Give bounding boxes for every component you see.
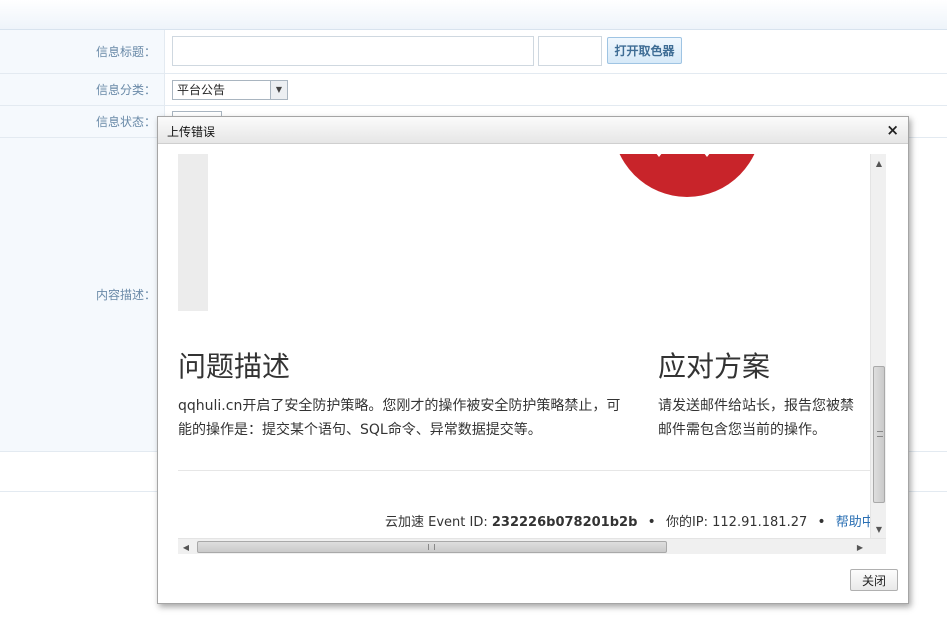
category-label: 信息分类： xyxy=(0,74,165,105)
form-row-category: 信息分类： 平台公告 ▼ xyxy=(0,74,947,106)
close-button[interactable]: 关闭 xyxy=(850,569,898,591)
form-row-title: 信息标题： 打开取色器 xyxy=(0,30,947,74)
vertical-scrollbar[interactable]: ▲ ▼ xyxy=(870,154,886,538)
event-id-label: 云加速 Event ID: xyxy=(385,515,488,530)
category-select[interactable]: 平台公告 ▼ xyxy=(172,80,288,100)
open-color-picker-button[interactable]: 打开取色器 xyxy=(607,37,682,64)
dialog-header: 上传错误 × xyxy=(158,117,908,144)
grip-icon xyxy=(428,544,435,550)
dialog-title: 上传错误 xyxy=(167,125,216,139)
horizontal-scroll-thumb[interactable] xyxy=(197,541,667,553)
title-label: 信息标题： xyxy=(0,30,165,73)
horizontal-scrollbar[interactable]: ◀ ▶ xyxy=(178,538,886,554)
upload-error-dialog: 上传错误 × 问题描述 qqhuli.cn开启了安全防护策略。您刚才的操作被安全… xyxy=(157,116,909,604)
scroll-up-icon[interactable]: ▲ xyxy=(871,156,887,170)
category-selected-value: 平台公告 xyxy=(177,83,226,97)
solution-description: 请发送邮件给站长，报告您被禁 邮件需包含您当前的操作。 xyxy=(658,394,854,442)
scroll-down-icon[interactable]: ▼ xyxy=(871,522,887,536)
red-logo-shape xyxy=(612,154,762,197)
ip-label: 你的IP: xyxy=(665,515,708,530)
solution-line-2: 邮件需包含您当前的操作。 xyxy=(658,422,826,438)
scroll-left-icon[interactable]: ◀ xyxy=(178,539,194,555)
problem-line-2: 能的操作是：提交某个语句、SQL命令、异常数据提交等。 xyxy=(178,422,542,438)
vertical-scroll-thumb[interactable] xyxy=(873,366,885,503)
placeholder-block xyxy=(178,154,208,311)
separator-dot: • xyxy=(817,514,826,530)
solution-line-1: 请发送邮件给站长，报告您被禁 xyxy=(658,398,854,414)
separator-dot: • xyxy=(647,514,656,530)
problem-line-1: qqhuli.cn开启了安全防护策略。您刚才的操作被安全防护策略禁止，可 xyxy=(178,398,621,414)
problem-heading: 问题描述 xyxy=(178,350,291,383)
title-input[interactable] xyxy=(172,36,534,66)
scroll-right-icon[interactable]: ▶ xyxy=(852,539,868,555)
status-label: 信息状态： xyxy=(0,106,165,137)
top-bar xyxy=(0,0,947,30)
dialog-content-frame: 问题描述 qqhuli.cn开启了安全防护策略。您刚才的操作被安全防护策略禁止，… xyxy=(178,154,870,539)
grip-icon xyxy=(877,431,883,437)
color-input[interactable] xyxy=(538,36,602,66)
logo-notch-right xyxy=(700,154,714,157)
logo-notch-left xyxy=(652,154,666,157)
problem-description: qqhuli.cn开启了安全防护策略。您刚才的操作被安全防护策略禁止，可 能的操… xyxy=(178,394,620,442)
help-center-link[interactable]: 帮助中心 xyxy=(836,515,870,530)
description-label: 内容描述： xyxy=(0,138,165,451)
close-icon[interactable]: × xyxy=(886,121,899,139)
chevron-down-icon[interactable]: ▼ xyxy=(270,81,287,99)
event-footer: 云加速 Event ID: 232226b078201b2b • 你的IP: 1… xyxy=(385,511,870,530)
divider xyxy=(178,470,870,471)
solution-heading: 应对方案 xyxy=(658,350,771,383)
event-id-value: 232226b078201b2b xyxy=(491,515,638,530)
ip-value: 112.91.181.27 xyxy=(712,515,808,530)
